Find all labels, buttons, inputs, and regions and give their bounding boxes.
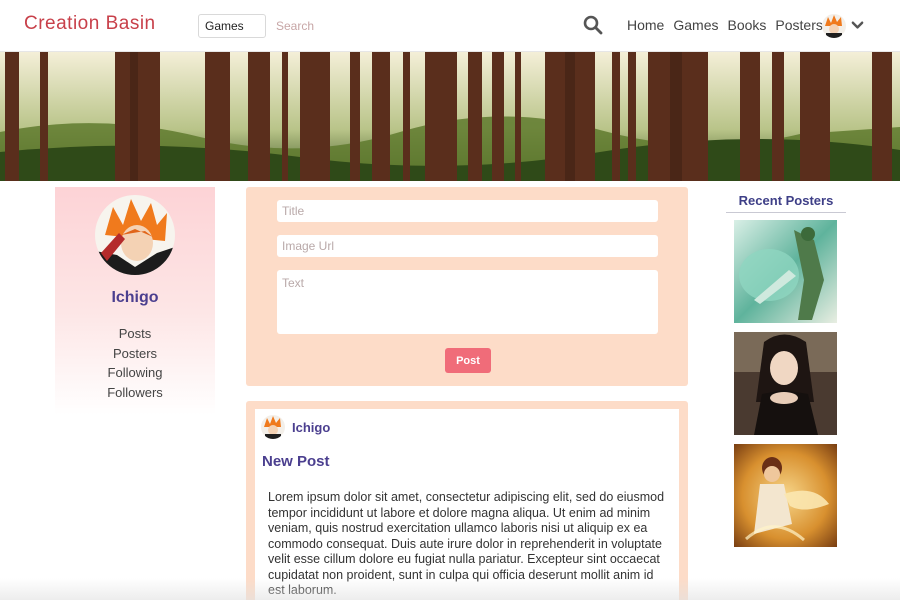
nav-link-books[interactable]: Books bbox=[727, 17, 766, 33]
brand-title[interactable]: Creation Basin bbox=[24, 13, 156, 35]
image-url-field[interactable] bbox=[277, 235, 658, 257]
profile-name[interactable]: Ichigo bbox=[55, 289, 215, 307]
profile-avatar[interactable] bbox=[95, 195, 175, 275]
post-title: New Post bbox=[262, 453, 330, 470]
category-select[interactable]: Games bbox=[198, 14, 266, 38]
author-avatar[interactable] bbox=[261, 415, 285, 439]
recent-posters-heading: Recent Posters bbox=[726, 193, 846, 213]
nav-link-posters[interactable]: Posters bbox=[775, 17, 822, 33]
nav-links: Home Games Books Posters bbox=[627, 17, 823, 33]
poster-thumbnail[interactable] bbox=[734, 220, 837, 323]
feed-post-content: Ichigo New Post Lorem ipsum dolor sit am… bbox=[255, 409, 679, 600]
nav-link-home[interactable]: Home bbox=[627, 17, 664, 33]
title-field[interactable] bbox=[277, 200, 658, 222]
profile-menu-posts[interactable]: Posts bbox=[55, 324, 215, 344]
profile-menu-posters[interactable]: Posters bbox=[55, 344, 215, 364]
profile-menu: Posts Posters Following Followers bbox=[55, 324, 215, 402]
poster-thumbnail[interactable] bbox=[734, 444, 837, 547]
chevron-down-icon[interactable] bbox=[851, 19, 864, 32]
feed-post-card: Ichigo New Post Lorem ipsum dolor sit am… bbox=[246, 401, 688, 600]
hero-banner bbox=[0, 52, 900, 181]
post-button[interactable]: Post bbox=[445, 348, 491, 373]
nav-link-games[interactable]: Games bbox=[673, 17, 718, 33]
profile-menu-followers[interactable]: Followers bbox=[55, 383, 215, 403]
poster-thumbnail[interactable] bbox=[734, 332, 837, 435]
profile-menu-following[interactable]: Following bbox=[55, 363, 215, 383]
user-avatar[interactable] bbox=[822, 14, 846, 38]
navbar: Creation Basin Games Home Games Books Po… bbox=[0, 0, 900, 52]
new-post-form: Post bbox=[246, 187, 688, 386]
text-field[interactable] bbox=[277, 270, 658, 334]
profile-card: Ichigo Posts Posters Following Followers bbox=[55, 187, 215, 415]
author-name[interactable]: Ichigo bbox=[292, 420, 330, 435]
post-body: Lorem ipsum dolor sit amet, consectetur … bbox=[268, 490, 665, 597]
search-icon[interactable] bbox=[583, 15, 603, 35]
search-input[interactable] bbox=[274, 14, 564, 38]
